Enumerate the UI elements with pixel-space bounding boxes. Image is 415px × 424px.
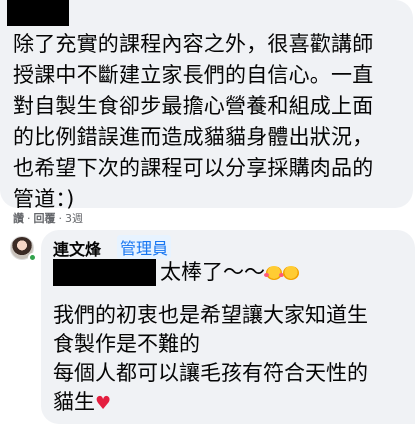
reply-line: 每個人都可以讓毛孩有符合天性的 [53, 361, 368, 385]
reply-line: 我們的初衷也是希望讓大家知道生 [53, 303, 368, 327]
reply-line: 貓生 [53, 390, 95, 414]
reply-text: 太棒了～～ [160, 260, 265, 284]
comment-text: 除了充實的課程內容之外，很喜歡講師 授課中不斷建立家長們的自信心。一直 對自製生… [13, 29, 411, 215]
reply-line: 食製作是不難的 [53, 332, 200, 356]
smiling-face-icon [283, 266, 299, 280]
reply-first-line: 太棒了～～ [160, 258, 299, 286]
comment-line: 授課中不斷建立家長們的自信心。一直 [13, 63, 374, 87]
like-link[interactable]: 讚 [13, 212, 24, 225]
reply-text-body: 我們的初衷也是希望讓大家知道生 食製作是不難的 每個人都可以讓毛孩有符合天性的 … [53, 301, 413, 418]
online-status-icon [28, 253, 37, 262]
face-with-hearts-icon [264, 266, 284, 280]
comment-actions: 讚 · 回覆 · 3週 [13, 212, 83, 225]
timestamp[interactable]: 3週 [65, 212, 83, 225]
comment-line: 除了充實的課程內容之外，很喜歡講師 [13, 32, 374, 56]
author-name[interactable]: 連文烽 [53, 236, 101, 260]
comment-line: 的比例錯誤進而造成貓貓身體出狀況， [13, 125, 374, 149]
comment-line: 對自製生食卻步最擔心營養和組成上面 [13, 94, 374, 118]
redacted-author-name [7, 0, 69, 26]
comment-line: 也希望下次的課程可以分享採購肉品的 [13, 156, 374, 180]
reply-link[interactable]: 回覆 [34, 212, 56, 225]
redacted-mention [53, 259, 156, 286]
red-heart-icon: ♥ [95, 393, 112, 414]
admin-badge[interactable]: 管理員 [117, 235, 172, 259]
reply-line-last: 貓生♥ [53, 388, 413, 418]
